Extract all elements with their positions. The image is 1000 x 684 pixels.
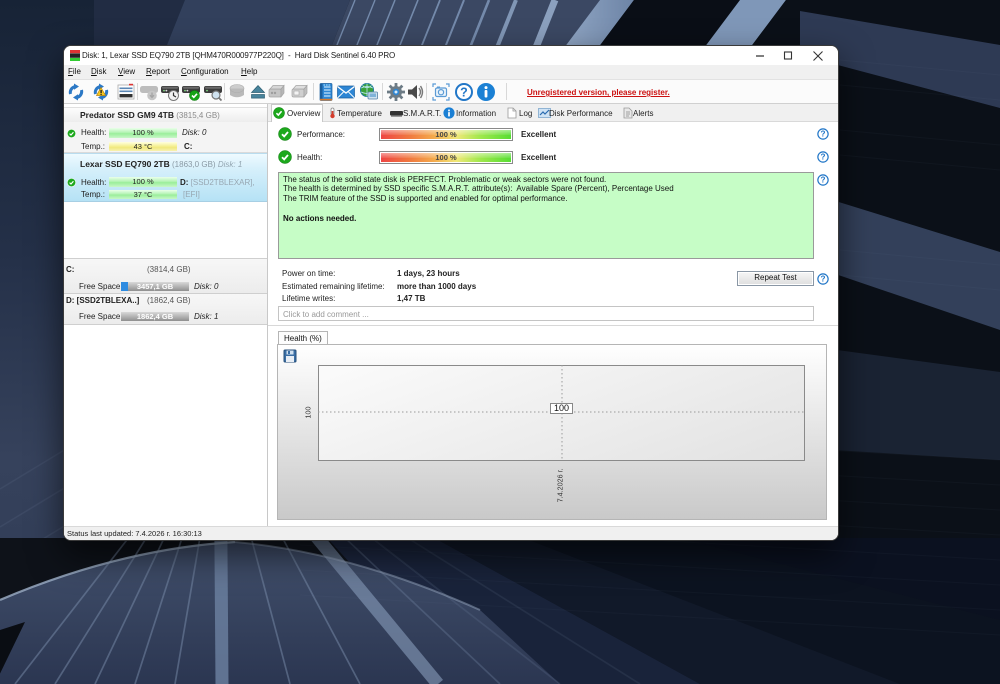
svg-text:?: ? <box>821 176 826 185</box>
svg-text:?: ? <box>460 86 468 100</box>
svg-text:?: ? <box>821 130 826 139</box>
svg-text:?: ? <box>821 275 826 284</box>
svg-text:?: ? <box>821 153 826 162</box>
